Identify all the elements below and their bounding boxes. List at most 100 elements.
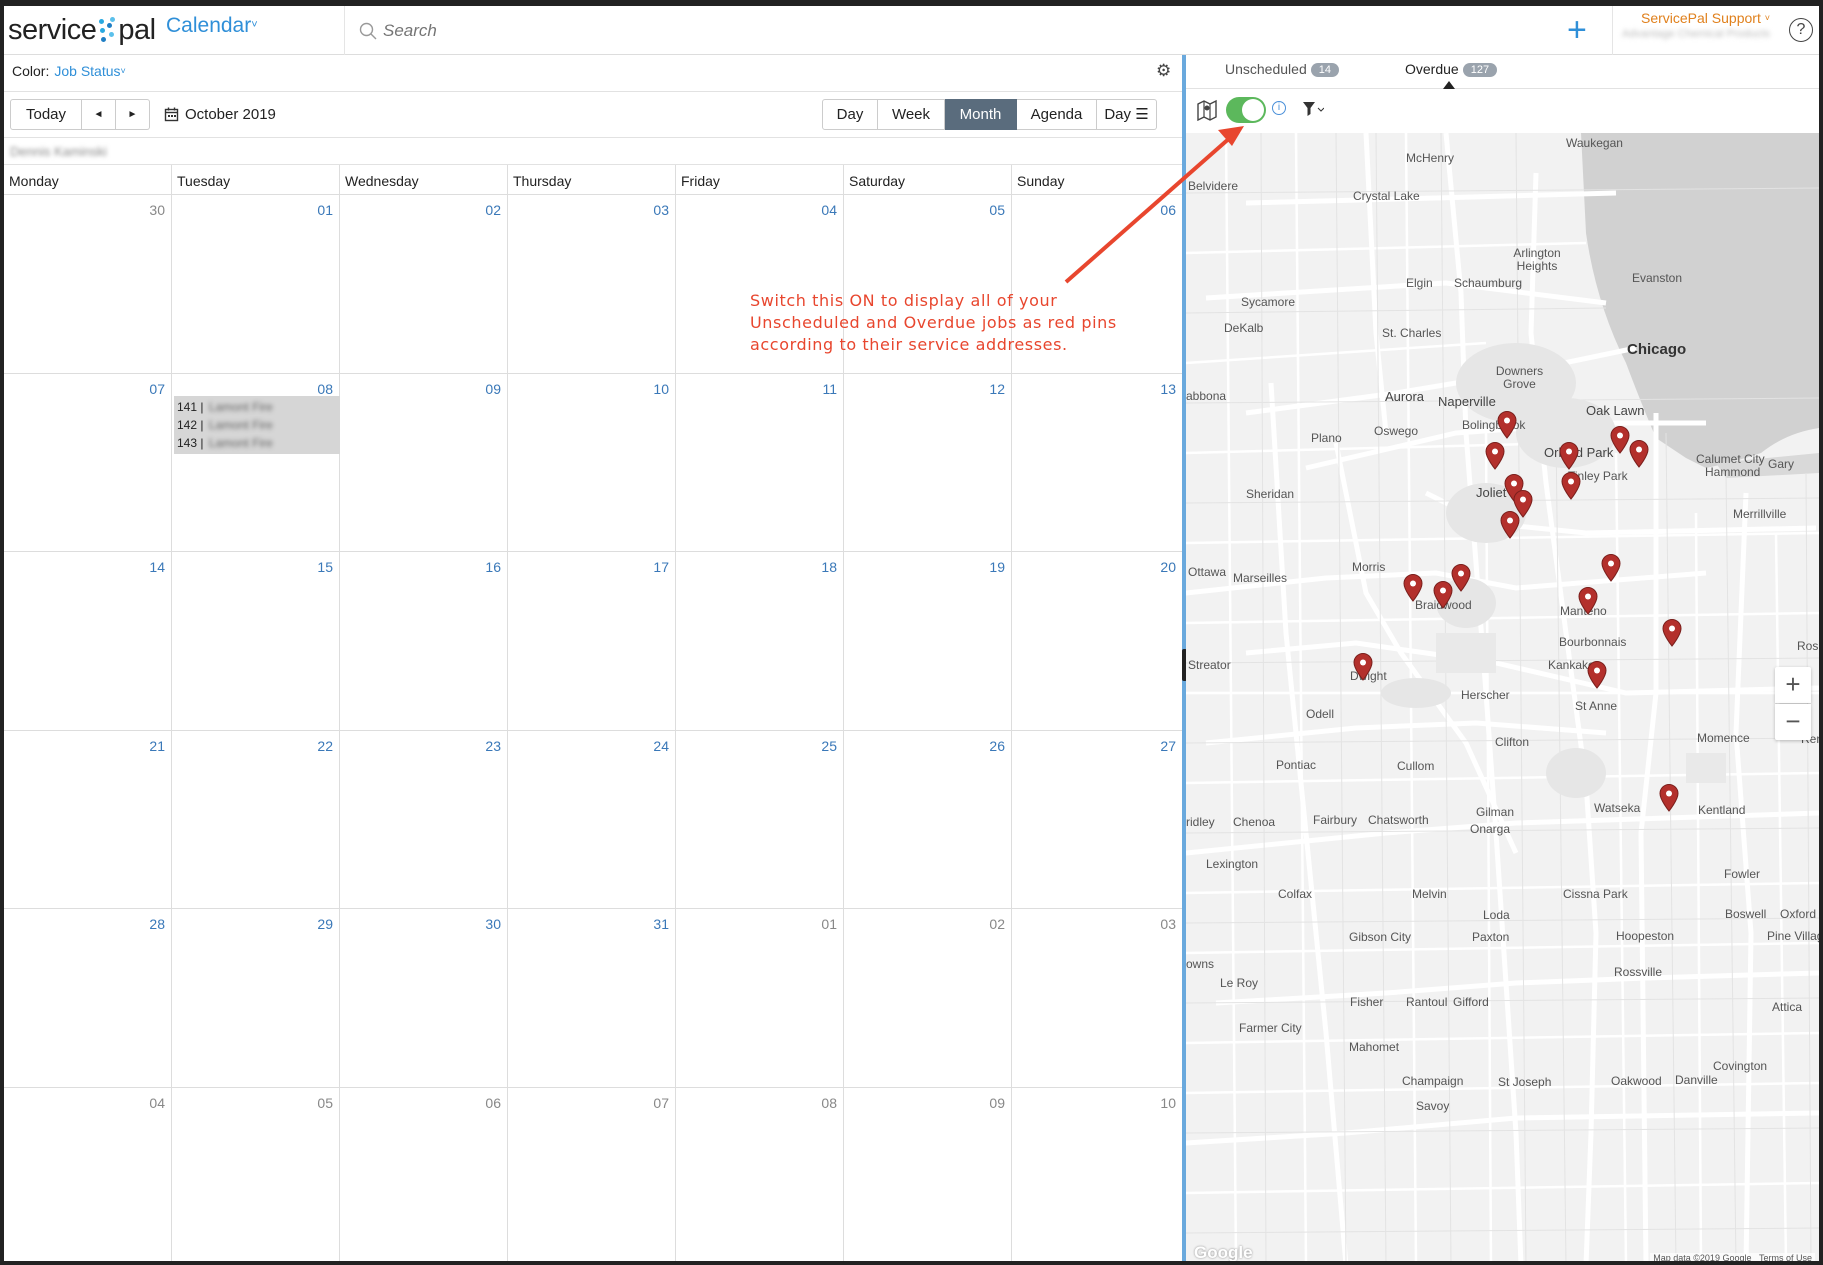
calendar-day-cell[interactable]: 08 [676,1087,844,1261]
day-number[interactable]: 05 [989,202,1005,218]
calendar-day-cell[interactable]: 02 [340,195,508,373]
calendar-day-cell[interactable]: 26 [844,730,1012,908]
day-number[interactable]: 03 [653,202,669,218]
day-number[interactable]: 06 [485,1095,501,1111]
day-number[interactable]: 01 [821,916,837,932]
job-pin-icon[interactable] [1659,784,1679,812]
job-pin-icon[interactable] [1610,426,1630,454]
job-pin-icon[interactable] [1500,511,1520,539]
show-pins-toggle[interactable] [1226,97,1266,123]
day-number[interactable]: 28 [149,916,165,932]
calendar-day-cell[interactable]: 30 [340,909,508,1087]
calendar-day-cell[interactable]: 29 [172,909,340,1087]
tab-unscheduled[interactable]: Unscheduled 14 [1225,61,1339,77]
calendar-day-cell[interactable]: 16 [340,552,508,730]
date-picker[interactable]: October 2019 [164,106,276,123]
calendar-day-cell[interactable]: 14 [4,552,172,730]
day-number[interactable]: 13 [1160,381,1176,397]
calendar-day-cell[interactable]: 17 [508,552,676,730]
calendar-day-cell[interactable]: 19 [844,552,1012,730]
calendar-day-cell[interactable]: 07 [4,373,172,551]
day-number[interactable]: 04 [821,202,837,218]
view-day-list-button[interactable]: Day ☰ [1097,99,1157,130]
calendar-day-cell[interactable]: 30 [4,195,172,373]
job-pin-icon[interactable] [1497,411,1517,439]
servicepal-logo[interactable]: service pal [8,8,156,52]
day-number[interactable]: 31 [653,916,669,932]
day-number[interactable]: 22 [317,738,333,754]
day-number[interactable]: 08 [317,381,333,397]
calendar-day-cell[interactable]: 22 [172,730,340,908]
day-number[interactable]: 15 [317,559,333,575]
calendar-day-cell[interactable]: 25 [676,730,844,908]
calendar-day-cell[interactable]: 28 [4,909,172,1087]
job-pin-icon[interactable] [1485,442,1505,470]
day-number[interactable]: 07 [149,381,165,397]
zoom-in-button[interactable]: + [1775,667,1811,703]
day-number[interactable]: 11 [822,381,837,397]
day-number[interactable]: 24 [653,738,669,754]
calendar-day-cell[interactable]: 27 [1012,731,1182,909]
zoom-out-button[interactable]: − [1775,704,1811,740]
job-pin-icon[interactable] [1451,564,1471,592]
calendar-day-cell[interactable]: 10 [1012,1088,1182,1262]
tab-overdue[interactable]: Overdue 127 [1405,61,1498,77]
search-input[interactable] [383,20,1283,41]
job-event[interactable]: 141 | Lamont Fire [174,398,340,416]
day-number[interactable]: 16 [485,559,501,575]
calendar-day-cell[interactable]: 01 [676,909,844,1087]
calendar-day-cell[interactable]: 04 [4,1087,172,1261]
day-number[interactable]: 23 [485,738,501,754]
view-month-button[interactable]: Month [945,99,1017,130]
filter-icon[interactable] [1302,101,1324,117]
job-pin-icon[interactable] [1561,472,1581,500]
day-number[interactable]: 12 [989,381,1005,397]
calendar-day-cell[interactable]: 03 [1012,909,1182,1087]
day-number[interactable]: 05 [317,1095,333,1111]
user-menu[interactable]: ServicePal Support ˅ Advantage Chemical … [1612,6,1778,55]
day-number[interactable]: 08 [821,1095,837,1111]
day-number[interactable]: 25 [821,738,837,754]
help-button[interactable]: ? [1789,18,1813,42]
job-event[interactable]: 143 | Lamont Fire [174,434,340,452]
job-pin-icon[interactable] [1662,619,1682,647]
calendar-day-cell[interactable]: 06 [340,1087,508,1261]
view-day-button[interactable]: Day [822,99,878,130]
day-number[interactable]: 17 [653,559,669,575]
day-number[interactable]: 21 [149,738,165,754]
day-number[interactable]: 03 [1160,916,1176,932]
calendar-day-cell[interactable]: 01 [172,195,340,373]
prev-month-button[interactable]: ◄ [82,99,116,130]
day-number[interactable]: 04 [149,1095,165,1111]
day-number[interactable]: 10 [1160,1095,1176,1111]
terms-link[interactable]: Terms of Use [1759,1253,1812,1261]
job-pin-icon[interactable] [1629,440,1649,468]
calendar-day-cell[interactable]: 13 [1012,374,1182,552]
day-number[interactable]: 26 [989,738,1005,754]
job-pin-icon[interactable] [1433,581,1453,609]
job-pin-icon[interactable] [1601,554,1621,582]
calendar-day-cell[interactable]: 09 [844,1087,1012,1261]
color-dropdown[interactable]: Job Status˅ [54,63,125,79]
day-number[interactable]: 14 [149,559,165,575]
view-agenda-button[interactable]: Agenda [1017,99,1097,130]
job-pin-icon[interactable] [1559,442,1579,470]
calendar-day-cell[interactable]: 15 [172,552,340,730]
next-month-button[interactable]: ► [116,99,150,130]
calendar-day-cell[interactable]: 02 [844,909,1012,1087]
job-pin-icon[interactable] [1578,587,1598,615]
map-view-icon[interactable] [1196,99,1218,121]
job-pin-icon[interactable] [1403,574,1423,602]
day-number[interactable]: 06 [1160,202,1176,218]
calendar-day-cell[interactable]: 24 [508,730,676,908]
calendar-day-cell[interactable]: 11 [676,373,844,551]
day-number[interactable]: 01 [317,202,333,218]
gear-icon[interactable]: ⚙ [1156,61,1171,81]
calendar-day-cell[interactable]: 10 [508,373,676,551]
calendar-day-cell[interactable]: 20 [1012,552,1182,730]
calendar-day-cell[interactable]: 08 141 | Lamont Fire 142 | Lamont Fire 143 … [172,373,340,551]
day-number[interactable]: 27 [1160,738,1176,754]
day-number[interactable]: 20 [1160,559,1176,575]
calendar-day-cell[interactable]: 18 [676,552,844,730]
search-bar[interactable] [344,6,1574,55]
